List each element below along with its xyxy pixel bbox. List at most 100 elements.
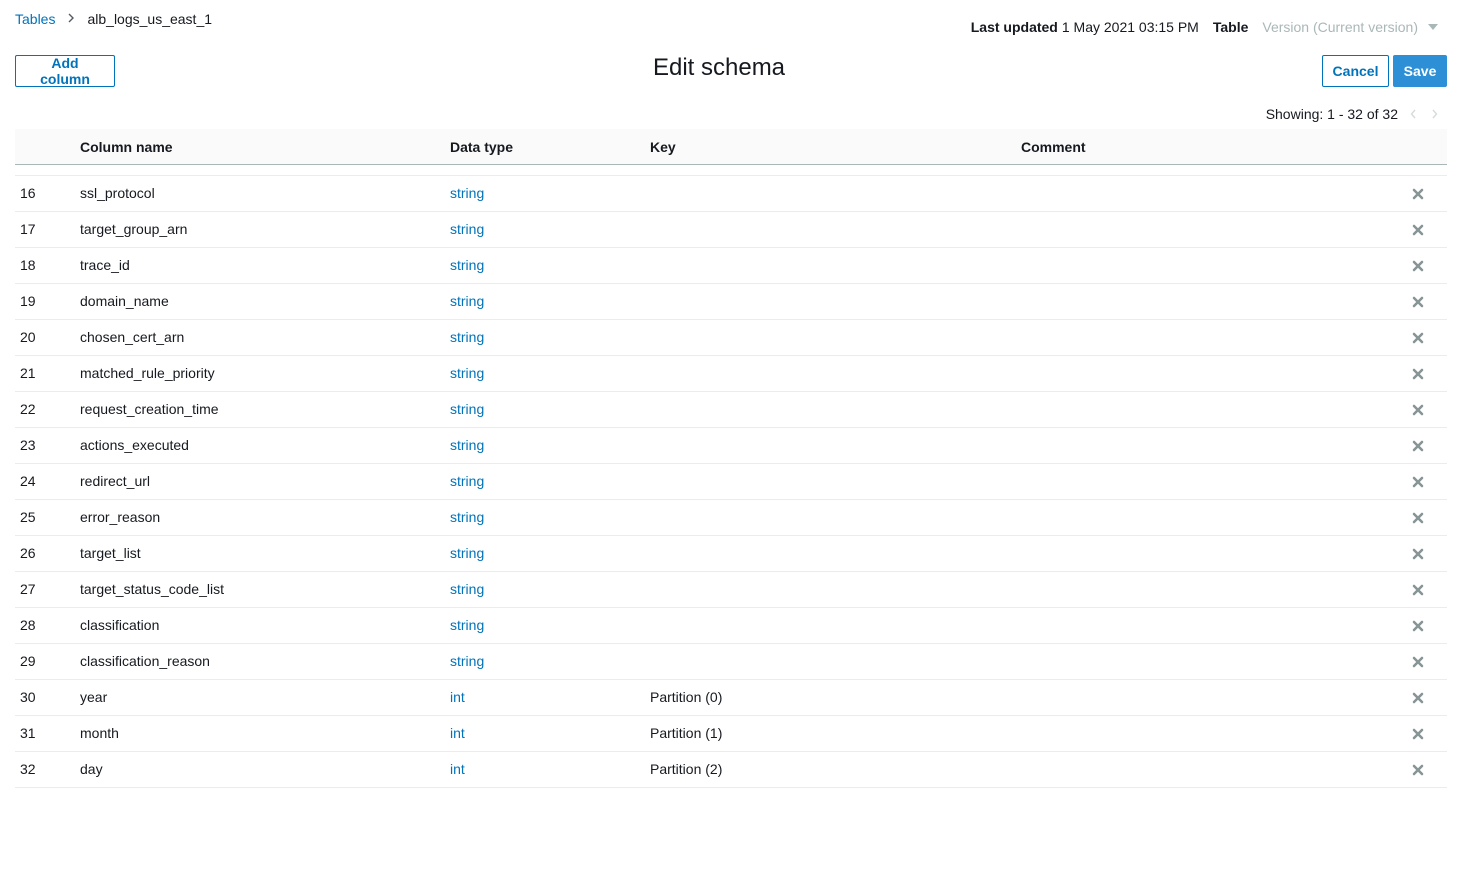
column-name[interactable]: redirect_url [80,473,150,489]
close-icon[interactable] [1411,295,1425,309]
column-name[interactable]: error_reason [80,509,160,525]
row-number: 20 [20,329,36,345]
data-type-link[interactable]: string [450,221,484,237]
column-name[interactable]: classification_reason [80,653,210,669]
row-number: 23 [20,437,36,453]
row-number: 18 [20,257,36,273]
header-key: Key [650,139,676,155]
column-name[interactable]: chosen_cert_arn [80,329,184,345]
table-header: Column name Data type Key Comment [15,129,1447,165]
column-name[interactable]: ssl_protocol [80,185,155,201]
column-name[interactable]: target_group_arn [80,221,187,237]
column-name[interactable]: target_status_code_list [80,581,224,597]
close-icon[interactable] [1411,655,1425,669]
row-number: 19 [20,293,36,309]
row-number: 24 [20,473,36,489]
chevron-right-icon [67,12,75,26]
table-row: 19 domain_name string [15,284,1447,320]
close-icon[interactable] [1411,511,1425,525]
table-row: 27 target_status_code_list string [15,572,1447,608]
close-icon[interactable] [1411,691,1425,705]
row-number: 21 [20,365,36,381]
close-icon[interactable] [1411,763,1425,777]
page-title: Edit schema [652,54,786,81]
data-type-link[interactable]: string [450,653,484,669]
close-icon[interactable] [1411,403,1425,417]
column-name[interactable]: trace_id [80,257,130,273]
data-type-link[interactable]: string [450,473,484,489]
header-comment: Comment [1021,139,1086,155]
partition-key: Partition (1) [650,725,723,741]
close-icon[interactable] [1411,547,1425,561]
header-data-type: Data type [450,139,514,155]
table-row: 22 request_creation_time string [15,392,1447,428]
data-type-link[interactable]: string [450,293,484,309]
table-row: 29 classification_reason string [15,644,1447,680]
save-button[interactable]: Save [1393,55,1447,87]
column-name[interactable]: target_list [80,545,141,561]
partition-key: Partition (2) [650,761,723,777]
edit-schema-page: Tables alb_logs_us_east_1 Last updated 1… [0,0,1462,870]
breadcrumb-tables-link[interactable]: Tables [15,11,55,27]
table-row: 18 trace_id string [15,248,1447,284]
column-name[interactable]: actions_executed [80,437,189,453]
column-name[interactable]: month [80,725,119,741]
breadcrumb-current: alb_logs_us_east_1 [87,11,213,27]
table-row: 17 target_group_arn string [15,212,1447,248]
column-name[interactable]: matched_rule_priority [80,365,215,381]
last-updated-value: 1 May 2021 03:15 PM [1061,19,1199,35]
version-select-value: Version (Current version) [1262,19,1418,35]
data-type-link[interactable]: int [450,761,465,777]
close-icon[interactable] [1411,583,1425,597]
data-type-link[interactable]: string [450,509,484,525]
row-number: 32 [20,761,36,777]
data-type-link[interactable]: string [450,437,484,453]
close-icon[interactable] [1411,331,1425,345]
table-row: 25 error_reason string [15,500,1447,536]
table-body: 16 ssl_protocol string 17 target_group_arn st… [15,176,1447,788]
table-row: 26 target_list string [15,536,1447,572]
chevron-left-icon[interactable] [1410,107,1417,122]
column-name[interactable]: request_creation_time [80,401,219,417]
version-select[interactable]: Version (Current version) [1262,19,1438,35]
table-row: 23 actions_executed string [15,428,1447,464]
header-column-name: Column name [80,139,173,155]
close-icon[interactable] [1411,475,1425,489]
close-icon[interactable] [1411,439,1425,453]
column-name[interactable]: year [80,689,107,705]
partition-key: Partition (0) [650,689,723,705]
table-row: 32 day int Partition (2) [15,752,1447,788]
column-name[interactable]: classification [80,617,159,633]
close-icon[interactable] [1411,727,1425,741]
close-icon[interactable] [1411,223,1425,237]
close-icon[interactable] [1411,367,1425,381]
table-spacer [15,165,1447,176]
data-type-link[interactable]: string [450,401,484,417]
column-name[interactable]: domain_name [80,293,169,309]
data-type-link[interactable]: string [450,329,484,345]
cancel-button[interactable]: Cancel [1322,55,1389,87]
row-number: 27 [20,581,36,597]
close-icon[interactable] [1411,619,1425,633]
close-icon[interactable] [1411,259,1425,273]
table-row: 20 chosen_cert_arn string [15,320,1447,356]
data-type-link[interactable]: string [450,365,484,381]
data-type-link[interactable]: string [450,545,484,561]
row-number: 31 [20,725,36,741]
last-updated-label: Last updated [970,19,1058,35]
table-label: Table [1212,19,1249,35]
data-type-link[interactable]: string [450,185,484,201]
row-number: 17 [20,221,36,237]
column-name[interactable]: day [80,761,103,777]
row-number: 25 [20,509,36,525]
data-type-link[interactable]: string [450,257,484,273]
chevron-right-icon[interactable] [1431,107,1438,122]
schema-table: Column name Data type Key Comment 16 ssl_… [15,129,1447,788]
data-type-link[interactable]: string [450,617,484,633]
data-type-link[interactable]: string [450,581,484,597]
row-number: 16 [20,185,36,201]
data-type-link[interactable]: int [450,725,465,741]
data-type-link[interactable]: int [450,689,465,705]
close-icon[interactable] [1411,187,1425,201]
pagination: Showing: 1 - 32 of 32 [1266,106,1438,122]
